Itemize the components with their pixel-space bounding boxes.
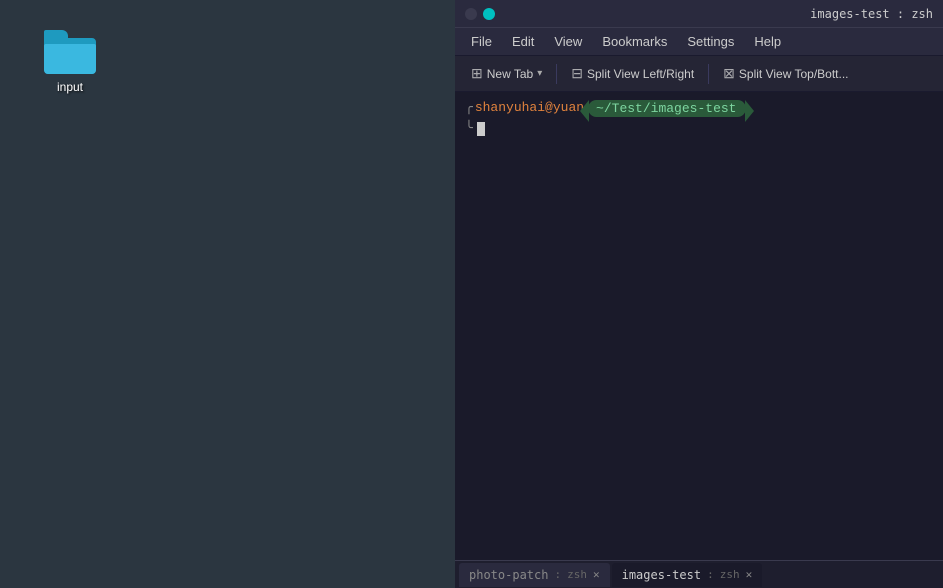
- folder-label: input: [57, 80, 83, 94]
- prompt-path: ~/Test/images-test: [596, 101, 736, 116]
- tab-images-test-sep: :: [707, 568, 714, 581]
- tab-images-test-label: images-test: [622, 568, 701, 582]
- prompt-path-arrow-right: [745, 100, 754, 122]
- toolbar: ⊞ New Tab ▾ ⊟ Split View Left/Right ⊠ Sp…: [455, 56, 943, 92]
- split-lr-button[interactable]: ⊟ Split View Left/Right: [563, 62, 702, 85]
- tab-photo-patch-close[interactable]: ✕: [593, 568, 600, 581]
- prompt-path-bg: ~/Test/images-test: [588, 100, 746, 117]
- prompt-line: ╭ shanyuhai@yuan ~/Test/images-test: [465, 100, 933, 117]
- menu-bar: File Edit View Bookmarks Settings Help: [455, 28, 943, 56]
- terminal-window: images-test : zsh File Edit View Bookmar…: [455, 0, 943, 588]
- tab-photo-patch-shell: :: [554, 568, 561, 581]
- new-tab-icon: ⊞: [471, 65, 483, 82]
- menu-view[interactable]: View: [546, 32, 590, 51]
- folder-graphic: [44, 30, 96, 74]
- menu-help[interactable]: Help: [746, 32, 789, 51]
- menu-file[interactable]: File: [463, 32, 500, 51]
- split-tb-button[interactable]: ⊠ Split View Top/Bott...: [715, 62, 856, 85]
- tab-images-test[interactable]: images-test : zsh ✕: [612, 563, 763, 587]
- tab-photo-patch[interactable]: photo-patch : zsh ✕: [459, 563, 610, 587]
- tab-images-test-shell-name: zsh: [720, 568, 740, 581]
- menu-settings[interactable]: Settings: [679, 32, 742, 51]
- prompt-bracket-2: ╰: [465, 121, 473, 136]
- menu-edit[interactable]: Edit: [504, 32, 542, 51]
- new-tab-button[interactable]: ⊞ New Tab ▾: [463, 62, 550, 85]
- terminal-title: images-test : zsh: [810, 7, 933, 21]
- terminal-cursor: [477, 122, 485, 136]
- folder-icon-input[interactable]: input: [30, 30, 110, 94]
- new-tab-label: New Tab: [487, 67, 533, 81]
- prompt-user: shanyuhai@yuan: [475, 100, 584, 115]
- prompt-bracket: ╭: [465, 100, 473, 115]
- split-lr-label: Split View Left/Right: [587, 67, 694, 81]
- window-dot-2[interactable]: [483, 8, 495, 20]
- prompt-path-container: ~/Test/images-test: [588, 100, 746, 117]
- tab-images-test-close[interactable]: ✕: [746, 568, 753, 581]
- desktop: input: [0, 0, 455, 588]
- split-tb-icon: ⊠: [723, 65, 735, 82]
- split-lr-icon: ⊟: [571, 65, 583, 82]
- terminal-content[interactable]: ╭ shanyuhai@yuan ~/Test/images-test ╰: [455, 92, 943, 560]
- split-tb-label: Split View Top/Bott...: [739, 67, 849, 81]
- cursor-line: ╰: [465, 121, 933, 136]
- new-tab-dropdown-arrow[interactable]: ▾: [537, 68, 542, 79]
- toolbar-sep-2: [708, 64, 709, 84]
- tab-bar: photo-patch : zsh ✕ images-test : zsh ✕: [455, 560, 943, 588]
- tab-photo-patch-shell-name: zsh: [567, 568, 587, 581]
- menu-bookmarks[interactable]: Bookmarks: [594, 32, 675, 51]
- terminal-title-bar: images-test : zsh: [455, 0, 943, 28]
- toolbar-sep-1: [556, 64, 557, 84]
- prompt-path-arrow-left: [580, 100, 589, 122]
- window-dot-1[interactable]: [465, 8, 477, 20]
- tab-photo-patch-label: photo-patch: [469, 568, 548, 582]
